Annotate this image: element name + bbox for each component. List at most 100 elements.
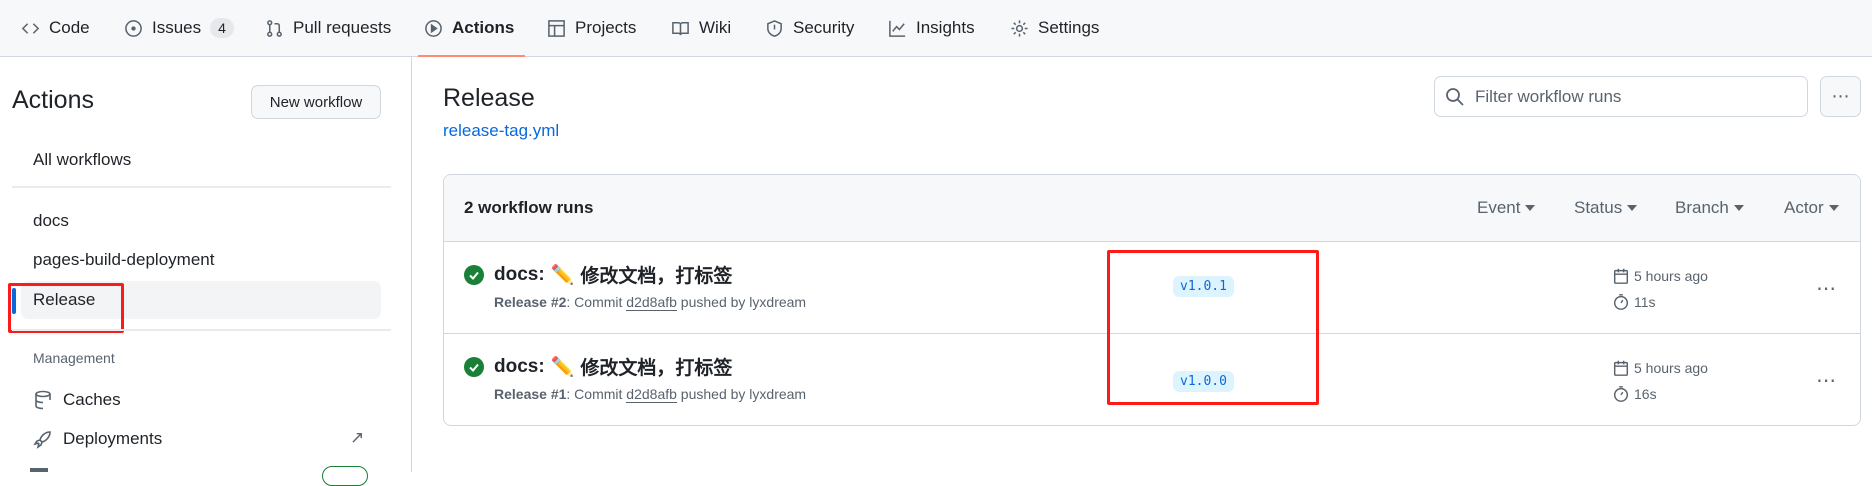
run-time: 5 hours ago <box>1612 267 1708 285</box>
sidebar-item-deployments[interactable]: Deployments <box>21 420 381 458</box>
tab-pull-requests[interactable]: Pull requests <box>259 0 397 56</box>
new-workflow-button[interactable]: New workflow <box>251 85 381 119</box>
tab-security[interactable]: Security <box>759 0 860 56</box>
actor-filter[interactable]: Actor <box>1784 198 1839 218</box>
database-icon <box>35 390 51 410</box>
calendar-icon <box>1613 268 1629 284</box>
divider <box>12 186 391 188</box>
tab-label: Security <box>793 18 855 37</box>
filter-label: Event <box>1477 198 1521 217</box>
search-icon <box>1446 87 1464 106</box>
run-subtitle: Release #1: Commit d2d8afb pushed by lyx… <box>494 386 807 403</box>
run-message: 修改文档，打标签 <box>580 266 733 287</box>
calendar-icon <box>1613 360 1629 376</box>
sidebar-item-caches[interactable]: Caches <box>21 381 381 419</box>
tab-wiki[interactable]: Wiki <box>665 0 737 56</box>
status-filter[interactable]: Status <box>1574 198 1638 218</box>
issues-count: 4 <box>210 18 234 38</box>
more-options-button[interactable]: ⋯ <box>1820 76 1861 117</box>
run-prefix: docs: <box>494 263 545 285</box>
success-check-icon <box>464 265 484 285</box>
commit-link[interactable]: d2d8afb <box>626 386 677 403</box>
sidebar-item-docs[interactable]: docs <box>21 202 381 240</box>
time-text: 5 hours ago <box>1634 360 1708 376</box>
gear-icon <box>1011 19 1028 37</box>
tab-label: Wiki <box>699 18 732 37</box>
issue-icon <box>125 19 142 37</box>
tab-label: Insights <box>916 18 975 37</box>
run-duration: 16s <box>1612 385 1657 403</box>
run-menu-kebab-icon[interactable]: ⋯ <box>1816 276 1837 301</box>
tab-settings[interactable]: Settings <box>1004 0 1105 56</box>
caret-down-icon <box>1627 205 1638 211</box>
tab-label: Projects <box>575 18 637 37</box>
run-prefix: docs: <box>494 355 545 377</box>
sidebar-item-partial-icon <box>30 468 48 472</box>
run-title[interactable]: docs: ✏️ 修改文档，打标签 <box>494 261 732 288</box>
success-check-icon <box>464 357 484 377</box>
code-icon <box>21 22 40 34</box>
filter-runs-input[interactable]: Filter workflow runs <box>1434 76 1808 117</box>
management-heading: Management <box>33 350 115 366</box>
commit-link[interactable]: d2d8afb <box>626 294 677 311</box>
sidebar-item-label: Caches <box>63 390 121 409</box>
commit-label: : Commit <box>566 386 623 402</box>
run-count: 2 workflow runs <box>464 198 594 217</box>
tab-label: Code <box>49 18 90 37</box>
play-icon <box>425 19 442 37</box>
caret-down-icon <box>1525 205 1536 211</box>
filter-placeholder: Filter workflow runs <box>1475 86 1622 106</box>
run-duration: 11s <box>1612 293 1656 311</box>
caret-down-icon <box>1828 205 1839 211</box>
filter-label: Status <box>1574 198 1623 217</box>
pushed-by: pushed by lyxdream <box>680 386 807 402</box>
pushed-by: pushed by lyxdream <box>680 294 807 310</box>
table-icon <box>548 19 565 37</box>
sidebar-item-label: Deployments <box>63 429 163 448</box>
annotation-highlight <box>1107 250 1319 405</box>
external-link-icon: ↗ <box>350 428 365 447</box>
tab-code[interactable]: Code <box>15 0 96 56</box>
stopwatch-icon <box>1613 294 1629 310</box>
run-workflow: Release #2 <box>494 294 567 310</box>
caret-down-icon <box>1733 205 1744 211</box>
run-menu-kebab-icon[interactable]: ⋯ <box>1816 368 1837 393</box>
repo-nav: Code Issues 4 Pull requests Actions Proje… <box>0 0 1872 57</box>
filter-label: Branch <box>1675 198 1729 217</box>
run-title[interactable]: docs: ✏️ 修改文档，打标签 <box>494 353 732 380</box>
book-icon <box>672 21 689 35</box>
branch-filter[interactable]: Branch <box>1675 198 1744 218</box>
run-workflow: Release #1 <box>494 386 567 402</box>
workflow-file-link[interactable]: release-tag.yml <box>443 121 559 141</box>
tab-actions[interactable]: Actions <box>418 0 525 57</box>
tab-insights[interactable]: Insights <box>882 0 981 56</box>
pencil-icon: ✏️ <box>550 356 575 378</box>
tab-label: Pull requests <box>293 18 392 37</box>
sidebar-item-pages-build-deployment[interactable]: pages-build-deployment <box>21 241 381 279</box>
sidebar-title: Actions <box>12 86 94 114</box>
tab-label: Settings <box>1038 18 1100 37</box>
tab-label: Actions <box>452 18 515 37</box>
runs-header: 2 workflow runs Event Status Branch Acto… <box>444 175 1860 242</box>
annotation-highlight <box>8 283 124 333</box>
sidebar-item-all-workflows[interactable]: All workflows <box>21 141 381 179</box>
tab-issues[interactable]: Issues 4 <box>118 0 240 56</box>
tab-projects[interactable]: Projects <box>541 0 642 56</box>
tab-label: Issues <box>152 18 202 37</box>
commit-label: : Commit <box>566 294 623 310</box>
duration-text: 16s <box>1634 386 1657 402</box>
rocket-icon <box>33 431 51 449</box>
stopwatch-icon <box>1613 386 1629 402</box>
graph-icon <box>889 20 906 37</box>
sidebar-divider <box>411 57 412 472</box>
duration-text: 11s <box>1634 294 1656 310</box>
pencil-icon: ✏️ <box>550 264 575 286</box>
run-message: 修改文档，打标签 <box>580 358 733 379</box>
page-title: Release <box>443 84 535 112</box>
pull-request-icon <box>267 19 282 37</box>
filter-label: Actor <box>1784 198 1824 217</box>
status-badge <box>322 466 368 486</box>
time-text: 5 hours ago <box>1634 268 1708 284</box>
shield-icon <box>767 19 782 37</box>
event-filter[interactable]: Event <box>1477 198 1536 218</box>
